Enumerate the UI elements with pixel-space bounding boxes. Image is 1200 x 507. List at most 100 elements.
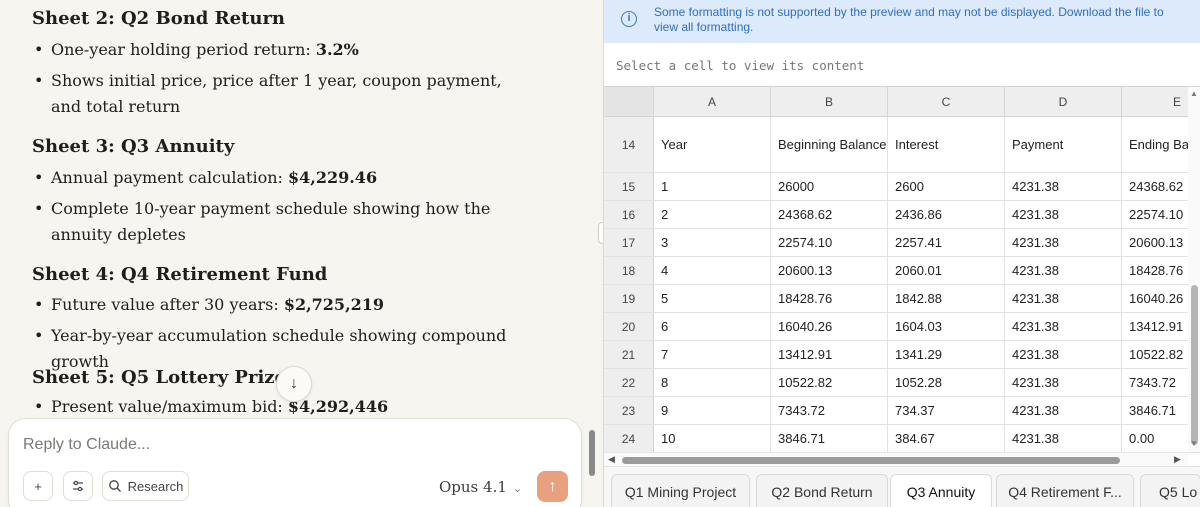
add-attachment-button[interactable]: + — [23, 471, 53, 501]
chat-scrollbar[interactable] — [589, 430, 595, 476]
formatting-notice: i Some formatting is not supported by th… — [604, 0, 1200, 43]
scroll-right-icon[interactable]: ▶ — [1174, 454, 1181, 465]
row-number[interactable]: 19 — [604, 285, 654, 312]
research-button[interactable]: Research — [102, 471, 189, 501]
model-selector[interactable]: Opus 4.1 ⌄ — [439, 478, 522, 496]
table-cell[interactable]: 3 — [654, 229, 771, 256]
table-cell[interactable]: 10 — [654, 425, 771, 452]
table-cell[interactable]: 24368.62 — [771, 201, 888, 228]
section-heading: Sheet 5: Q5 Lottery Prize — [32, 367, 286, 388]
send-button[interactable]: ↑ — [537, 471, 568, 502]
chat-pane: Sheet 2: Q2 Bond Return One-year holding… — [0, 0, 601, 507]
table-cell[interactable]: 2257.41 — [888, 229, 1005, 256]
scroll-thumb[interactable] — [622, 457, 1120, 464]
table-cell[interactable]: 5 — [654, 285, 771, 312]
row-number[interactable]: 21 — [604, 341, 654, 368]
table-cell[interactable]: 4231.38 — [1005, 285, 1122, 312]
table-cell[interactable]: Payment — [1005, 117, 1122, 172]
select-all-corner[interactable] — [604, 87, 654, 117]
table-cell[interactable]: 2 — [654, 201, 771, 228]
row-number[interactable]: 16 — [604, 201, 654, 228]
table-row: 21 7 13412.91 1341.29 4231.38 10522.82 — [604, 341, 1200, 369]
table-cell[interactable]: 1 — [654, 173, 771, 200]
table-cell[interactable]: 3846.71 — [771, 425, 888, 452]
table-row: 24 10 3846.71 384.67 4231.38 0.00 — [604, 425, 1200, 453]
scroll-thumb[interactable] — [1191, 285, 1198, 445]
column-header[interactable]: A — [654, 87, 771, 117]
table-cell[interactable]: 4231.38 — [1005, 341, 1122, 368]
table-row: 20 6 16040.26 1604.03 4231.38 13412.91 — [604, 313, 1200, 341]
table-cell[interactable]: 2600 — [888, 173, 1005, 200]
tab-q4-retirement-fund[interactable]: Q4 Retirement F... — [996, 474, 1134, 507]
table-cell[interactable]: 8 — [654, 369, 771, 396]
tab-q5-lottery[interactable]: Q5 Lo — [1140, 474, 1200, 507]
horizontal-scrollbar[interactable]: ◀ ▶ — [604, 452, 1188, 466]
column-header[interactable]: B — [771, 87, 888, 117]
table-cell[interactable]: 4231.38 — [1005, 369, 1122, 396]
section-heading: Sheet 3: Q3 Annuity — [32, 136, 235, 157]
table-cell[interactable]: 4231.38 — [1005, 201, 1122, 228]
row-number[interactable]: 14 — [604, 117, 654, 172]
table-cell[interactable]: 16040.26 — [771, 313, 888, 340]
table-cell[interactable]: 1842.88 — [888, 285, 1005, 312]
tab-q2-bond-return[interactable]: Q2 Bond Return — [756, 474, 888, 507]
table-cell[interactable]: 26000 — [771, 173, 888, 200]
row-number[interactable]: 15 — [604, 173, 654, 200]
table-cell[interactable]: 4 — [654, 257, 771, 284]
list-item: Future value after 30 years: $2,725,219 — [32, 292, 532, 318]
table-row: 18 4 20600.13 2060.01 4231.38 18428.76 — [604, 257, 1200, 285]
scroll-down-button[interactable]: ↓ — [276, 366, 312, 402]
column-header[interactable]: C — [888, 87, 1005, 117]
row-number[interactable]: 20 — [604, 313, 654, 340]
row-number[interactable]: 18 — [604, 257, 654, 284]
table-cell[interactable]: 4231.38 — [1005, 425, 1122, 452]
table-cell[interactable]: 4231.38 — [1005, 397, 1122, 424]
row-number[interactable]: 17 — [604, 229, 654, 256]
table-cell[interactable]: 4231.38 — [1005, 229, 1122, 256]
table-cell[interactable]: 9 — [654, 397, 771, 424]
sliders-icon — [73, 480, 83, 492]
spreadsheet-preview: i Some formatting is not supported by th… — [603, 0, 1200, 507]
list-item: Shows initial price, price after 1 year,… — [32, 68, 532, 120]
table-row: 17 3 22574.10 2257.41 4231.38 20600.13 — [604, 229, 1200, 257]
table-cell[interactable]: 7 — [654, 341, 771, 368]
research-icon — [108, 480, 121, 492]
table-cell[interactable]: Year — [654, 117, 771, 172]
table-cell[interactable]: 2436.86 — [888, 201, 1005, 228]
row-number[interactable]: 24 — [604, 425, 654, 452]
reply-input[interactable]: Reply to Claude... — [23, 436, 150, 454]
table-cell[interactable]: 1052.28 — [888, 369, 1005, 396]
table-cell[interactable]: 20600.13 — [771, 257, 888, 284]
table-cell[interactable]: 7343.72 — [771, 397, 888, 424]
table-cell[interactable]: Interest — [888, 117, 1005, 172]
table-cell[interactable]: Beginning Balance — [771, 117, 888, 172]
table-cell[interactable]: 18428.76 — [771, 285, 888, 312]
table-row: 22 8 10522.82 1052.28 4231.38 7343.72 — [604, 369, 1200, 397]
table-cell[interactable]: 384.67 — [888, 425, 1005, 452]
table-row: 23 9 7343.72 734.37 4231.38 3846.71 — [604, 397, 1200, 425]
scroll-left-icon[interactable]: ◀ — [608, 454, 615, 465]
table-cell[interactable]: 22574.10 — [771, 229, 888, 256]
reply-composer[interactable]: Reply to Claude... + Research Opus 4.1 ⌄ … — [8, 418, 582, 507]
row-number[interactable]: 22 — [604, 369, 654, 396]
table-cell[interactable]: 4231.38 — [1005, 257, 1122, 284]
row-number[interactable]: 23 — [604, 397, 654, 424]
table-cell[interactable]: 13412.91 — [771, 341, 888, 368]
scroll-up-icon[interactable]: ▲ — [1190, 89, 1198, 98]
tab-q3-annuity[interactable]: Q3 Annuity — [890, 474, 992, 507]
table-cell[interactable]: 2060.01 — [888, 257, 1005, 284]
section-heading: Sheet 4: Q4 Retirement Fund — [32, 264, 328, 285]
table-cell[interactable]: 4231.38 — [1005, 313, 1122, 340]
column-header[interactable]: D — [1005, 87, 1122, 117]
vertical-scrollbar[interactable]: ▲ ▼ — [1188, 87, 1200, 452]
table-cell[interactable]: 1604.03 — [888, 313, 1005, 340]
tab-q1-mining-project[interactable]: Q1 Mining Project — [611, 474, 750, 507]
table-cell[interactable]: 734.37 — [888, 397, 1005, 424]
scroll-down-icon[interactable]: ▼ — [1190, 439, 1198, 448]
table-cell[interactable]: 4231.38 — [1005, 173, 1122, 200]
tools-button[interactable] — [63, 471, 93, 501]
table-cell[interactable]: 10522.82 — [771, 369, 888, 396]
cell-content-viewer: Select a cell to view its content — [604, 43, 1200, 87]
table-cell[interactable]: 6 — [654, 313, 771, 340]
table-cell[interactable]: 1341.29 — [888, 341, 1005, 368]
